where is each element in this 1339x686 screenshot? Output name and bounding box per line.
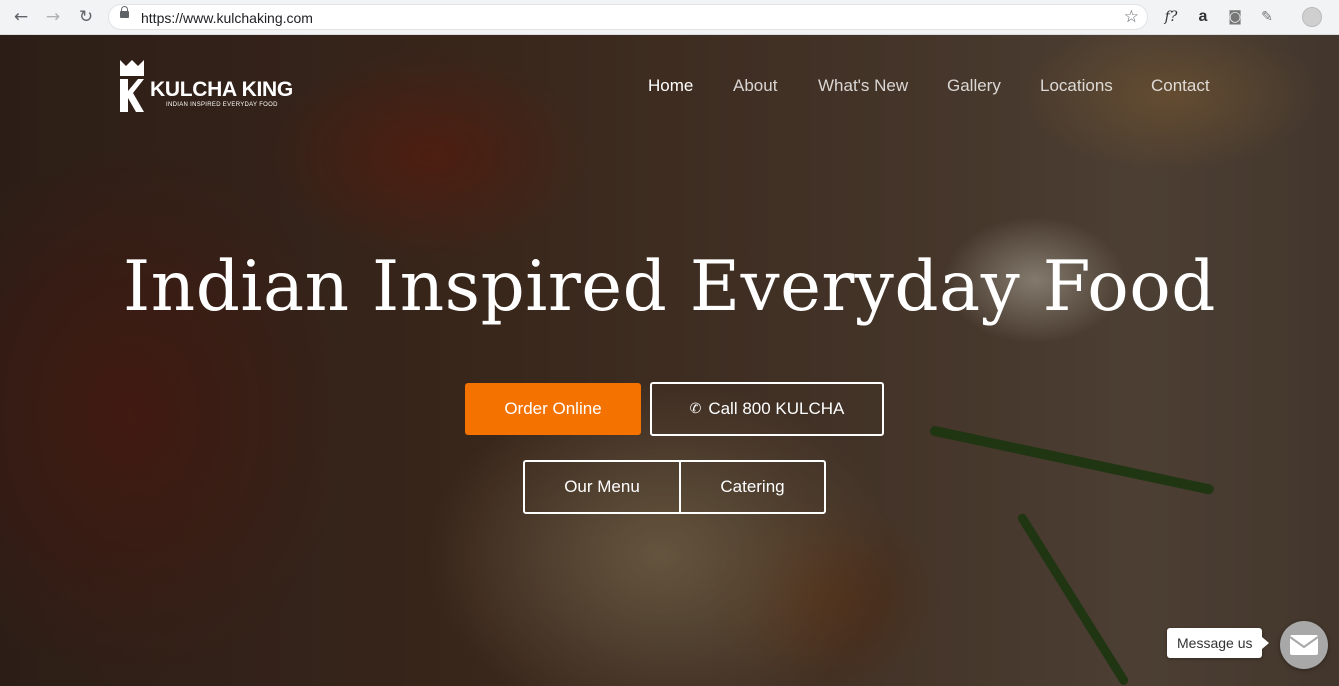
message-us-bubble[interactable]: Message us — [1167, 628, 1271, 658]
brand-name: KULCHA KING — [150, 78, 293, 101]
lock-icon — [120, 6, 129, 18]
camera-icon[interactable]: ◙ — [1225, 7, 1245, 27]
hero-overlay — [0, 35, 1339, 686]
nav-locations[interactable]: Locations — [1040, 76, 1113, 96]
amazon-icon[interactable]: a — [1193, 7, 1213, 27]
bookmark-star-icon[interactable]: ☆ — [1124, 7, 1139, 27]
font-extension-icon[interactable]: f? — [1161, 7, 1181, 27]
url-text[interactable]: https://www.kulchaking.com — [141, 10, 313, 26]
nav-gallery[interactable]: Gallery — [947, 76, 1001, 96]
nav-whats-new[interactable]: What's New — [818, 76, 908, 96]
forward-icon[interactable]: → — [42, 6, 64, 28]
order-online-button[interactable]: Order Online — [465, 383, 641, 435]
profile-avatar-icon[interactable] — [1302, 7, 1322, 27]
brand-tagline: INDIAN INSPIRED EVERYDAY FOOD — [166, 102, 278, 108]
browser-toolbar: ← → ↻ https://www.kulchaking.com ☆ f? a … — [0, 0, 1339, 35]
dropper-icon[interactable]: ✎ — [1257, 7, 1277, 27]
reload-icon[interactable]: ↻ — [75, 6, 97, 28]
nav-home[interactable]: Home — [648, 76, 693, 96]
crown-k-logo-icon — [120, 60, 144, 112]
phone-icon: ✆ — [689, 401, 702, 417]
hero-section: KULCHA KING INDIAN INSPIRED EVERYDAY FOO… — [0, 35, 1339, 686]
hero-headline: Indian Inspired Everyday Food — [123, 247, 1216, 327]
chat-button[interactable] — [1280, 621, 1328, 669]
brand-logo[interactable]: KULCHA KING INDIAN INSPIRED EVERYDAY FOO… — [120, 60, 310, 120]
call-button-label: Call 800 KULCHA — [708, 399, 845, 418]
catering-button[interactable]: Catering — [679, 460, 826, 514]
nav-contact[interactable]: Contact — [1151, 76, 1210, 96]
nav-about[interactable]: About — [733, 76, 777, 96]
our-menu-button[interactable]: Our Menu — [523, 460, 681, 514]
call-button[interactable]: ✆ Call 800 KULCHA — [650, 382, 884, 436]
address-bar[interactable]: https://www.kulchaking.com ☆ — [108, 4, 1148, 30]
back-icon[interactable]: ← — [10, 6, 32, 28]
envelope-icon — [1289, 635, 1319, 655]
